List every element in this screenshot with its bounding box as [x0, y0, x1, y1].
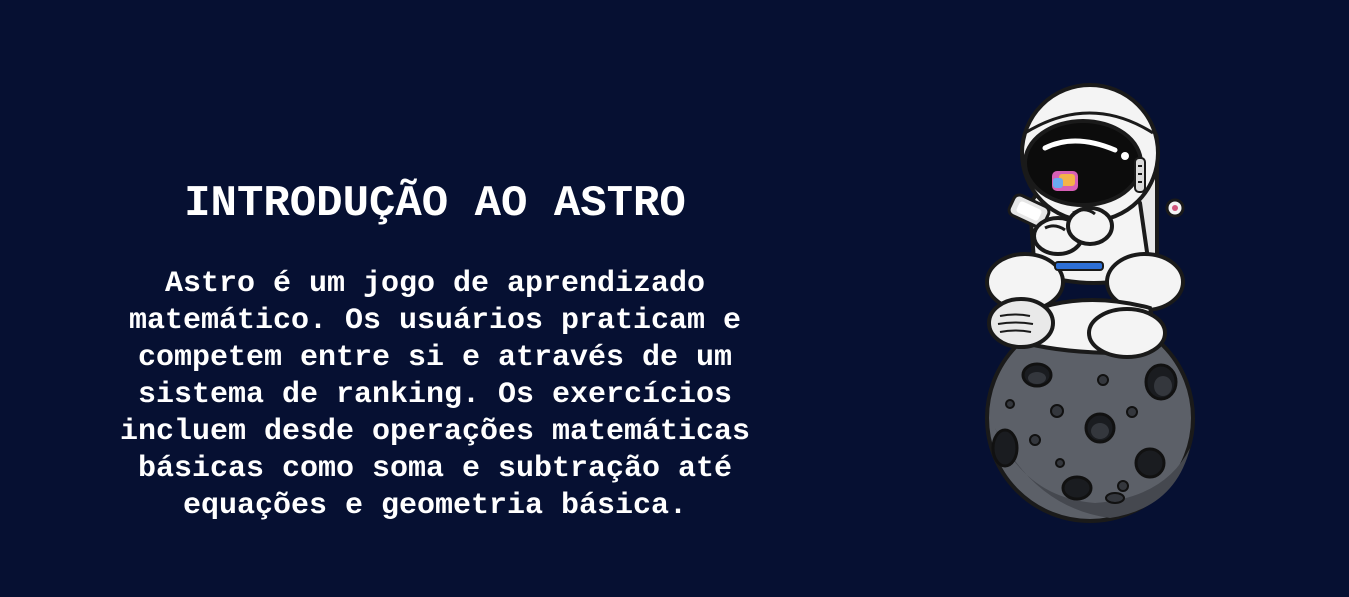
intro-section: INTRODUÇÃO AO ASTRO Astro é um jogo de a…	[95, 176, 775, 525]
astronaut-on-moon-icon	[985, 83, 1195, 523]
helmet-icon	[1020, 83, 1160, 223]
page: INTRODUÇÃO AO ASTRO Astro é um jogo de a…	[0, 0, 1349, 597]
intro-title: INTRODUÇÃO AO ASTRO	[184, 179, 686, 229]
intro-description: Astro é um jogo de aprendizado matemátic…	[119, 267, 751, 523]
astronaut-illustration	[975, 78, 1200, 526]
